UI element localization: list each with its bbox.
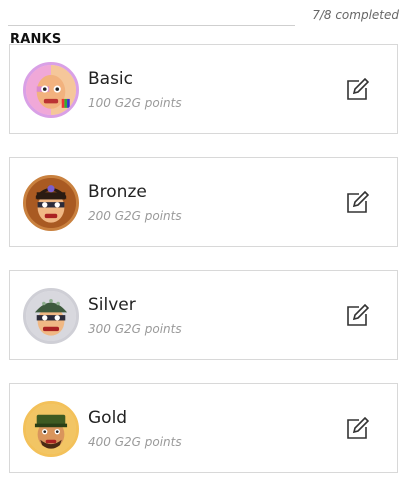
edit-icon[interactable] bbox=[345, 417, 369, 441]
rank-name: Bronze bbox=[88, 182, 147, 202]
rank-name: Gold bbox=[88, 408, 128, 428]
rank-card-basic: Basic 100 G2G points bbox=[9, 44, 398, 134]
silver-rank-avatar bbox=[23, 288, 79, 344]
rank-points: 200 G2G points bbox=[88, 209, 182, 223]
completion-status: 7/8 completed bbox=[312, 8, 399, 22]
rank-points: 400 G2G points bbox=[88, 435, 182, 449]
rank-card-gold: Gold 400 G2G points bbox=[9, 383, 398, 473]
header-divider bbox=[8, 25, 295, 26]
edit-icon[interactable] bbox=[345, 78, 369, 102]
rank-points: 100 G2G points bbox=[88, 96, 182, 110]
bronze-rank-avatar bbox=[23, 175, 79, 231]
basic-rank-avatar bbox=[23, 62, 79, 118]
rank-card-bronze: Bronze 200 G2G points bbox=[9, 157, 398, 247]
edit-icon[interactable] bbox=[345, 304, 369, 328]
gold-rank-avatar bbox=[23, 401, 79, 457]
rank-card-silver: Silver 300 G2G points bbox=[9, 270, 398, 360]
rank-name: Silver bbox=[88, 295, 136, 315]
edit-icon[interactable] bbox=[345, 191, 369, 215]
rank-name: Basic bbox=[88, 69, 134, 89]
rank-points: 300 G2G points bbox=[88, 322, 182, 336]
